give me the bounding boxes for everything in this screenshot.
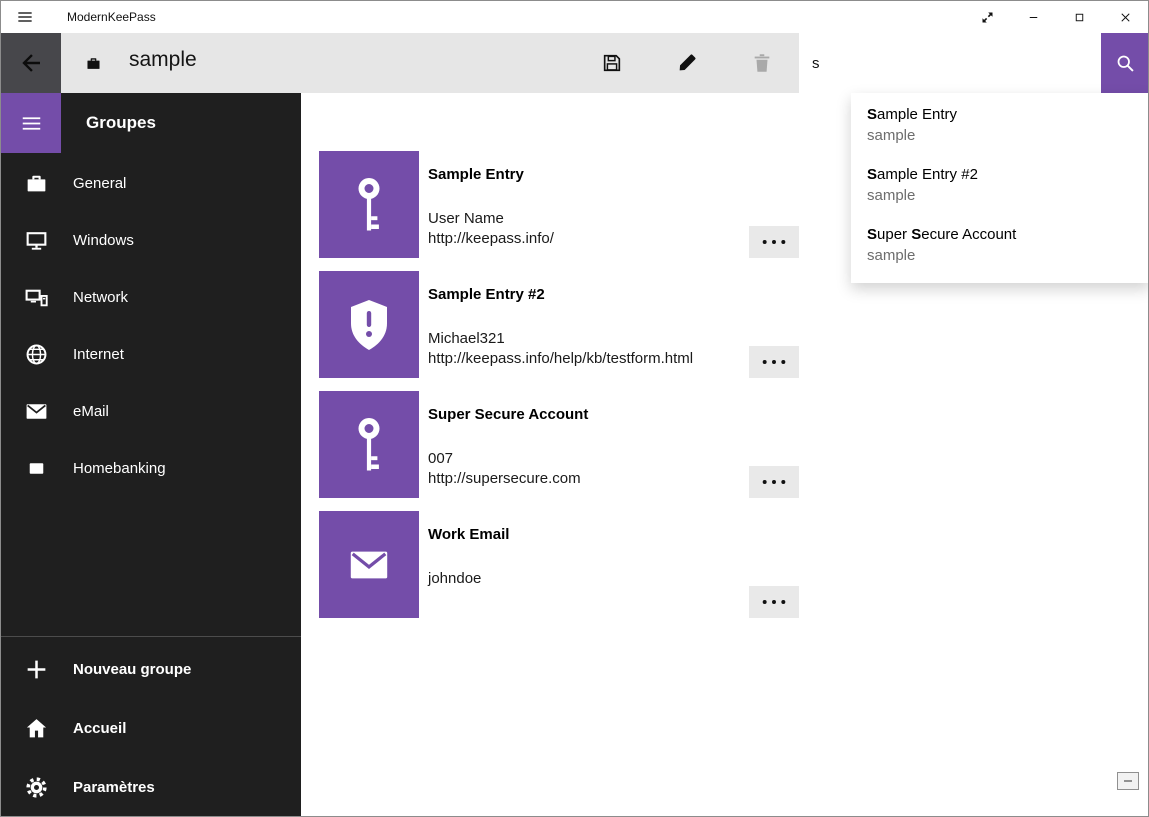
monitor-icon [23, 228, 49, 254]
back-arrow-icon [19, 51, 43, 75]
delete-button[interactable] [724, 33, 799, 93]
delete-icon [751, 52, 773, 74]
maximize-icon [1072, 10, 1087, 25]
back-button[interactable] [1, 33, 61, 93]
titlebar: ModernKeePass [1, 1, 1148, 33]
suggestion-item[interactable]: Sample Entry sample [851, 95, 1149, 155]
ellipsis-icon [760, 597, 788, 607]
sidebar-item-general[interactable]: General [1, 155, 301, 212]
window-controls [964, 1, 1148, 33]
app-window: ModernKeePass sample Groupes Gen [0, 0, 1149, 817]
entry-url: http://keepass.info/help/kb/testform.htm… [428, 349, 693, 369]
group-list: General Windows Network Internet eMail H… [1, 155, 301, 497]
entry-url: http://keepass.info/ [428, 229, 554, 249]
network-icon [23, 285, 49, 311]
entry-username: 007 [428, 449, 588, 469]
search-icon [1115, 53, 1136, 74]
sidebar-divider [1, 636, 301, 637]
more-button[interactable] [749, 586, 799, 618]
entry-row-work-email[interactable]: Work Email johndoe [319, 511, 799, 618]
edit-button[interactable] [649, 33, 724, 93]
entry-username: Michael321 [428, 329, 693, 349]
sidebar-item-email[interactable]: eMail [1, 383, 301, 440]
entry-row-sample-entry[interactable]: Sample Entry User Name http://keepass.in… [319, 151, 799, 258]
suggestion-title: Super Secure Account [867, 225, 1134, 245]
close-icon [1118, 10, 1133, 25]
entry-title: Super Secure Account [428, 405, 588, 425]
more-button[interactable] [749, 466, 799, 498]
database-title: sample [129, 48, 197, 72]
zoom-out-button[interactable] [1117, 772, 1139, 790]
close-button[interactable] [1102, 1, 1148, 33]
hamburger-icon [21, 113, 42, 134]
card-icon [23, 456, 49, 482]
edit-icon [676, 52, 698, 74]
search-suggestions: Sample Entry sample Sample Entry #2 samp… [851, 93, 1149, 283]
minimize-button[interactable] [1010, 1, 1056, 33]
fullscreen-button[interactable] [964, 1, 1010, 33]
briefcase-icon [85, 55, 102, 72]
ellipsis-icon [760, 477, 788, 487]
sidebar-actions: Nouveau groupe Accueil Paramètres [1, 640, 301, 817]
search-input[interactable] [799, 33, 1101, 93]
commandbar: sample [1, 33, 1148, 93]
entry-url: http://supersecure.com [428, 469, 588, 489]
entry-row-sample-entry-2[interactable]: Sample Entry #2 Michael321 http://keepas… [319, 271, 799, 378]
sidebar-item-param-tres[interactable]: Paramètres [1, 758, 301, 817]
sidebar-item-internet[interactable]: Internet [1, 326, 301, 383]
titlebar-menu-button[interactable] [1, 1, 49, 33]
globe-icon [23, 342, 49, 368]
fullscreen-icon [980, 10, 995, 25]
entry-title: Sample Entry [428, 165, 554, 185]
entry-username: User Name [428, 209, 554, 229]
suggestion-subtitle: sample [867, 126, 1134, 146]
save-button[interactable] [574, 33, 649, 93]
sidebar-item-accueil[interactable]: Accueil [1, 699, 301, 758]
shield-alert-icon [345, 296, 393, 354]
app-title: ModernKeePass [67, 10, 156, 24]
plus-icon [23, 657, 49, 683]
home-icon [23, 716, 49, 742]
suggestion-item[interactable]: Super Secure Account sample [851, 215, 1149, 275]
suggestion-subtitle: sample [867, 186, 1134, 206]
maximize-button[interactable] [1056, 1, 1102, 33]
sidebar-heading: Groupes [86, 93, 156, 153]
more-button[interactable] [749, 346, 799, 378]
suggestion-title: Sample Entry [867, 105, 1134, 125]
briefcase-icon [23, 171, 49, 197]
hamburger-button[interactable] [1, 93, 61, 153]
entry-row-super-secure-account[interactable]: Super Secure Account 007 http://supersec… [319, 391, 799, 498]
mail-icon [23, 399, 49, 425]
commandbar-actions [574, 33, 799, 93]
ellipsis-icon [760, 237, 788, 247]
gear-icon [23, 775, 49, 801]
suggestion-subtitle: sample [867, 246, 1134, 266]
sidebar-item-windows[interactable]: Windows [1, 212, 301, 269]
sidebar: Groupes General Windows Network Internet… [1, 93, 301, 816]
search-button[interactable] [1101, 33, 1149, 93]
suggestion-item[interactable]: Sample Entry #2 sample [851, 155, 1149, 215]
save-icon [601, 52, 623, 74]
more-button[interactable] [749, 226, 799, 258]
key-icon [351, 414, 387, 476]
entry-username: johndoe [428, 569, 509, 589]
minimize-icon [1026, 10, 1041, 25]
mail-icon [343, 542, 395, 588]
entry-title: Sample Entry #2 [428, 285, 693, 305]
search-box [799, 33, 1101, 93]
sidebar-item-nouveau-groupe[interactable]: Nouveau groupe [1, 640, 301, 699]
ellipsis-icon [760, 357, 788, 367]
sidebar-item-homebanking[interactable]: Homebanking [1, 440, 301, 497]
suggestion-title: Sample Entry #2 [867, 165, 1134, 185]
hamburger-icon [17, 9, 33, 25]
key-icon [351, 174, 387, 236]
entry-title: Work Email [428, 525, 509, 545]
minus-icon [1122, 775, 1134, 787]
sidebar-item-network[interactable]: Network [1, 269, 301, 326]
